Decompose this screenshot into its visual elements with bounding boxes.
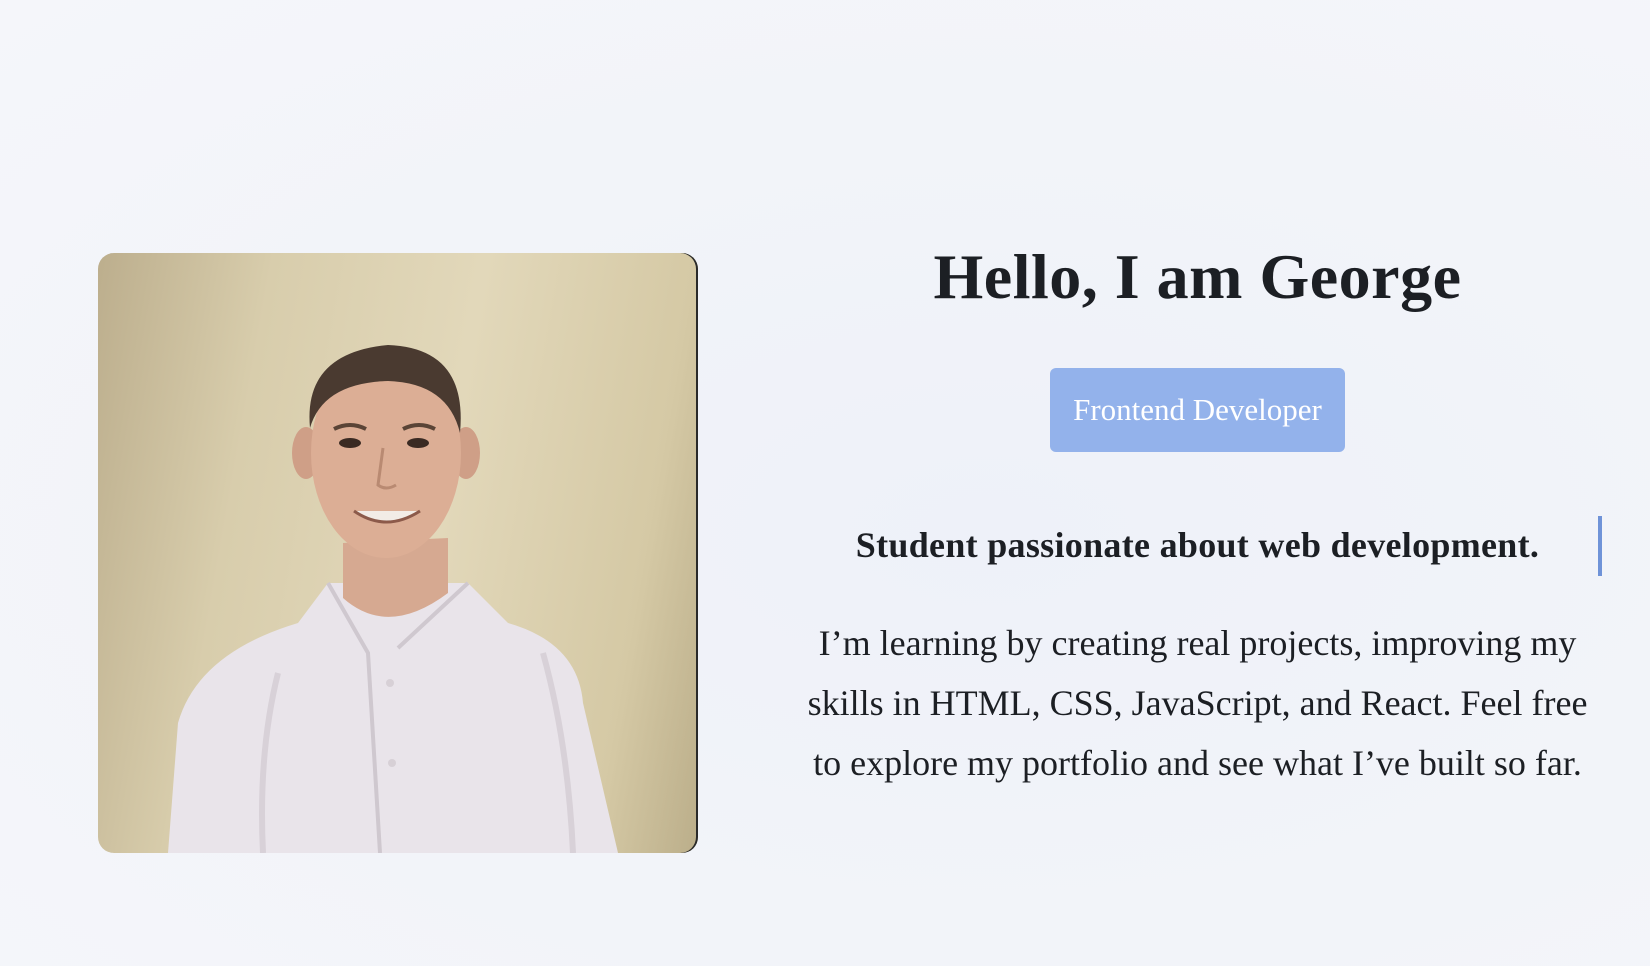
intro-description: I’m learning by creating real projects, … xyxy=(807,623,1588,783)
intro-content: Hello, I am George Frontend Developer St… xyxy=(795,230,1602,793)
hero-section: Hello, I am George Frontend Developer St… xyxy=(0,0,1650,966)
typing-cursor xyxy=(1598,516,1602,576)
page-title: Hello, I am George xyxy=(933,241,1462,312)
tagline: Student passionate about web development… xyxy=(855,525,1540,565)
tagline-container: Student passionate about web development… xyxy=(795,515,1602,576)
portrait-illustration xyxy=(168,345,618,853)
role-badge[interactable]: Frontend Developer xyxy=(1050,368,1345,452)
profile-photo xyxy=(98,253,698,853)
